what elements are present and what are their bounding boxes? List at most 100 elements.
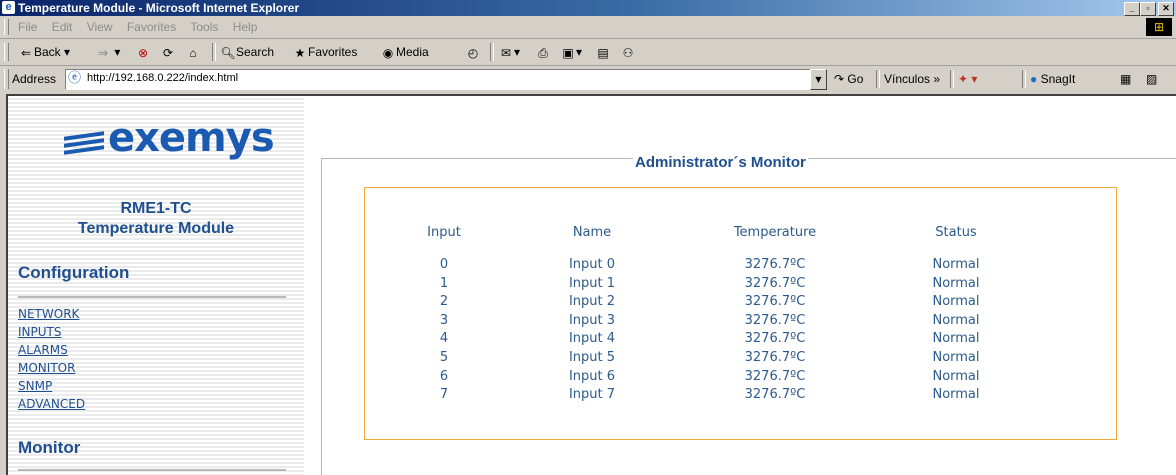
history-button[interactable]: ◴ xyxy=(465,43,481,61)
address-dropdown-button[interactable]: ▼ xyxy=(810,69,827,90)
table-cell-name: Input 5 xyxy=(568,350,616,365)
home-icon: ⌂ xyxy=(189,45,197,60)
minimize-button[interactable]: _ xyxy=(1124,2,1140,16)
standard-toolbar: ⇐ Back ▾ ⇒ ▾ ⊗ ⟳ ⌂ 🔍︎Search ★ Favorites ◉ M… xyxy=(0,39,1176,66)
nav-link-advanced[interactable]: ADVANCED xyxy=(18,395,85,413)
toolbar-grip[interactable] xyxy=(4,19,9,35)
refresh-icon: ⟳ xyxy=(162,45,174,60)
close-button[interactable]: ✕ xyxy=(1158,2,1174,16)
table-cell-temperature: 3276.7ºC xyxy=(744,294,806,310)
menu-items: File Edit View Favorites Tools Help xyxy=(18,20,268,34)
discuss-icon: ▤ xyxy=(597,45,609,60)
table-cell-input: 2 xyxy=(439,294,449,310)
snagit-window-button[interactable]: ▦ xyxy=(1120,72,1131,86)
table-cell-status: Normal xyxy=(932,368,980,384)
messenger-button[interactable]: ⚇ xyxy=(620,43,636,61)
forward-button[interactable]: ⇒ ▾ xyxy=(95,43,120,61)
media-icon: ◉ xyxy=(382,45,394,60)
address-input[interactable]: ⓔ http://192.168.0.222/index.html ▼ xyxy=(65,69,827,90)
window-capture-icon: ▦ xyxy=(1120,72,1132,86)
monitor-heading: Monitor xyxy=(18,438,81,457)
table-cell-status: Normal xyxy=(932,350,980,365)
toolbar-grip[interactable] xyxy=(4,43,9,61)
table-cell-status: Normal xyxy=(932,331,980,347)
address-label: Address xyxy=(12,72,57,86)
history-icon: ◴ xyxy=(467,45,479,60)
media-button[interactable]: ◉ Media xyxy=(380,43,429,61)
table-cell-name: Input 1 xyxy=(568,275,616,291)
search-button[interactable]: 🔍︎Search xyxy=(220,43,274,61)
table-cell-status: Normal xyxy=(932,257,980,272)
menu-edit[interactable]: Edit xyxy=(52,20,73,34)
address-bar: Address ⓔ http://192.168.0.222/index.htm… xyxy=(0,66,1176,94)
windows-logo-icon: ⊞ xyxy=(1146,18,1172,36)
table-cell-input: 5 xyxy=(439,350,449,365)
mail-button[interactable]: ✉ ▾ xyxy=(498,43,520,61)
home-button[interactable]: ⌂ xyxy=(185,43,201,61)
section-divider xyxy=(18,469,286,471)
go-arrow-icon: ↷ xyxy=(834,72,845,86)
capture-edit-icon: ▨ xyxy=(1146,72,1158,86)
back-label: Back xyxy=(34,45,61,59)
back-arrow-icon: ⇐ xyxy=(20,45,32,60)
logo-text: exemys xyxy=(108,115,275,161)
column-header-status: Status xyxy=(935,225,977,240)
device-name: Temperature Module xyxy=(77,220,235,237)
menu-favorites[interactable]: Favorites xyxy=(127,20,176,34)
nav-link-network[interactable]: NETWORK xyxy=(18,305,79,323)
snagit-button[interactable]: ● SnagIt xyxy=(1030,72,1075,86)
links-label: Vínculos xyxy=(884,72,931,86)
favorites-button[interactable]: ★ Favorites xyxy=(292,43,358,61)
table-cell-temperature: 3276.7ºC xyxy=(744,350,806,365)
table-cell-status: Normal xyxy=(932,312,980,328)
mail-icon: ✉ xyxy=(500,45,512,60)
section-divider xyxy=(18,296,286,298)
stop-icon: ⊗ xyxy=(137,45,149,60)
media-label: Media xyxy=(396,45,429,59)
table-cell-input: 3 xyxy=(439,312,449,328)
nav-link-inputs[interactable]: INPUTS xyxy=(18,323,61,341)
table-cell-temperature: 3276.7ºC xyxy=(744,312,806,328)
toolbar-separator xyxy=(1022,70,1026,88)
table-cell-input: 0 xyxy=(439,257,449,272)
back-button[interactable]: ⇐ Back ▾ xyxy=(18,43,70,61)
menu-help[interactable]: Help xyxy=(233,20,258,34)
column-header-input: Input xyxy=(427,225,461,240)
addon-button[interactable]: ✦ ▾ xyxy=(958,72,977,86)
messenger-icon: ⚇ xyxy=(622,45,634,60)
menu-file[interactable]: File xyxy=(18,20,37,34)
refresh-button[interactable]: ⟳ xyxy=(160,43,176,61)
table-cell-status: Normal xyxy=(932,275,980,291)
page-icon: ⓔ xyxy=(68,71,82,86)
table-cell-name: Input 0 xyxy=(568,257,616,272)
favorites-icon: ★ xyxy=(294,45,306,60)
ie-logo-icon: e xyxy=(2,1,15,14)
nav-link-snmp[interactable]: SNMP xyxy=(18,377,52,395)
snagit-edit-button[interactable]: ▨ xyxy=(1146,72,1157,86)
toolbar-grip[interactable] xyxy=(4,69,9,89)
nav-link-alarms[interactable]: ALARMS xyxy=(18,341,68,359)
table-cell-input: 4 xyxy=(439,331,449,347)
menu-view[interactable]: View xyxy=(87,20,113,34)
table-cell-temperature: 3276.7ºC xyxy=(744,368,806,384)
address-url: http://192.168.0.222/index.html xyxy=(87,72,239,84)
go-button[interactable]: ↷ Go xyxy=(834,72,863,86)
table-cell-input: 7 xyxy=(439,387,449,403)
nav-link-monitor[interactable]: MONITOR xyxy=(18,359,75,377)
table-cell-temperature: 3276.7ºC xyxy=(744,275,806,291)
maximize-button[interactable]: ▫ xyxy=(1140,2,1156,16)
column-header-name: Name xyxy=(572,225,612,240)
table-cell-temperature: 3276.7ºC xyxy=(744,257,806,272)
configuration-heading: Configuration xyxy=(18,263,130,282)
edit-icon: ▣ xyxy=(562,45,574,60)
links-button[interactable]: Vínculos » xyxy=(884,72,940,86)
menu-tools[interactable]: Tools xyxy=(190,20,218,34)
snagit-icon: ● xyxy=(1030,72,1038,86)
discuss-button[interactable]: ▤ xyxy=(595,43,611,61)
print-button[interactable]: ⎙ xyxy=(535,43,551,61)
panel-title: Administrator´s Monitor xyxy=(633,154,808,171)
search-icon: 🔍︎ xyxy=(220,45,236,60)
table-cell-temperature: 3276.7ºC xyxy=(744,331,806,347)
edit-button[interactable]: ▣ ▾ xyxy=(560,43,582,61)
stop-button[interactable]: ⊗ xyxy=(135,43,151,61)
